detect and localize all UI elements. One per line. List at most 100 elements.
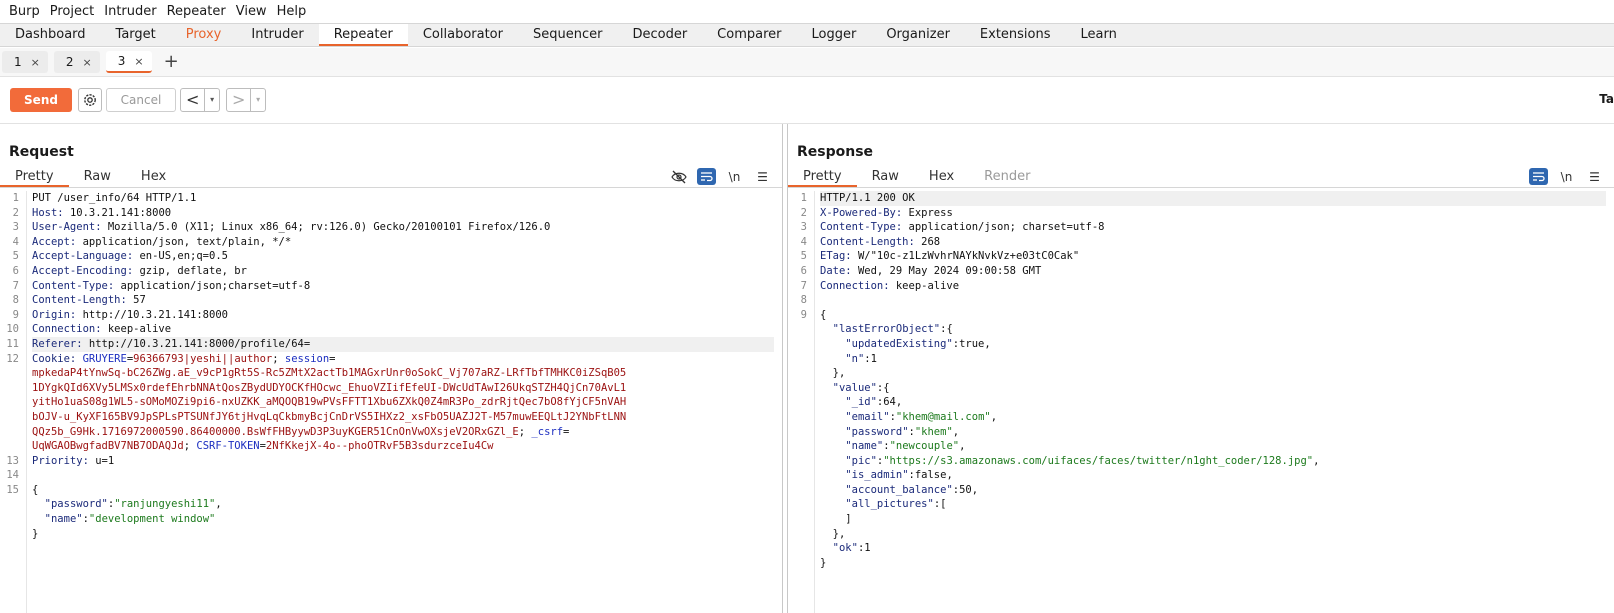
- code-line[interactable]: "lastErrorObject":{: [820, 322, 1606, 337]
- menu-icon[interactable]: ☰: [1585, 168, 1604, 185]
- menu-burp[interactable]: Burp: [4, 0, 45, 23]
- code-line[interactable]: Accept-Language: en-US,en;q=0.5: [32, 249, 774, 264]
- code-line[interactable]: Priority: u=1: [32, 454, 774, 469]
- code-line[interactable]: mpkedaP4tYnwSq-bC26ZWg.aE_v9cP1gRt5S-Rc5…: [32, 366, 774, 381]
- tab-repeater[interactable]: Repeater: [318, 24, 408, 46]
- menu-icon[interactable]: ☰: [753, 168, 772, 185]
- close-icon[interactable]: ×: [83, 56, 92, 69]
- menu-intruder[interactable]: Intruder: [99, 0, 161, 23]
- code-line[interactable]: Accept-Encoding: gzip, deflate, br: [32, 264, 774, 279]
- send-button[interactable]: Send: [10, 88, 72, 112]
- gear-icon[interactable]: [78, 88, 102, 112]
- menu-help[interactable]: Help: [272, 0, 312, 23]
- tab-dashboard[interactable]: Dashboard: [0, 24, 101, 46]
- tab-proxy[interactable]: Proxy: [171, 24, 237, 46]
- code-line[interactable]: HTTP/1.1 200 OK: [820, 191, 1606, 206]
- back-dropdown-icon[interactable]: ▾: [204, 89, 219, 111]
- menu-view[interactable]: View: [231, 0, 272, 23]
- repeater-tab-3[interactable]: 3 ×: [105, 51, 152, 73]
- code-line[interactable]: "n":1: [820, 352, 1606, 367]
- request-text[interactable]: PUT /user_info/64 HTTP/1.1 Host: 10.3.21.…: [32, 191, 774, 541]
- tab-collaborator[interactable]: Collaborator: [408, 24, 518, 46]
- code-line[interactable]: {: [820, 308, 1606, 323]
- code-line[interactable]: ETag: W/"10c-z1LzWvhrNAYkNvkVz+e03tC0Cak…: [820, 249, 1606, 264]
- tab-target[interactable]: Target: [101, 24, 171, 46]
- tab-intruder[interactable]: Intruder: [236, 24, 318, 46]
- eye-slash-icon[interactable]: [669, 168, 688, 185]
- tab-learn[interactable]: Learn: [1066, 24, 1132, 46]
- response-text[interactable]: HTTP/1.1 200 OK X-Powered-By: Express Cont…: [820, 191, 1606, 570]
- tab-comparer[interactable]: Comparer: [702, 24, 796, 46]
- code-line[interactable]: {: [32, 483, 774, 498]
- repeater-tab-1[interactable]: 1 ×: [2, 51, 48, 73]
- response-tab-pretty[interactable]: Pretty: [788, 166, 857, 187]
- response-editor[interactable]: 1 2 34 5 6 7 89 HTTP/1.1 200 OK X-Powered-By: E…: [788, 191, 1614, 613]
- wrap-icon[interactable]: [1529, 168, 1548, 185]
- code-line[interactable]: 1DYgkQId6XVy5LMSx0rdefEhrbNNAtQosZBydUDY…: [32, 381, 774, 396]
- tab-logger[interactable]: Logger: [797, 24, 872, 46]
- target-label[interactable]: Ta: [1599, 92, 1614, 106]
- response-tab-raw[interactable]: Raw: [857, 166, 914, 187]
- code-line[interactable]: "_id":64,: [820, 395, 1606, 410]
- code-line[interactable]: Host: 10.3.21.141:8000: [32, 206, 774, 221]
- code-line[interactable]: "account_balance":50,: [820, 483, 1606, 498]
- response-tab-hex[interactable]: Hex: [914, 166, 969, 187]
- tab-sequencer[interactable]: Sequencer: [518, 24, 617, 46]
- response-tab-render[interactable]: Render: [969, 166, 1045, 187]
- code-line[interactable]: "value":{: [820, 381, 1606, 396]
- code-line[interactable]: Connection: keep-alive: [820, 279, 1606, 294]
- request-tab-pretty[interactable]: Pretty: [0, 166, 69, 187]
- code-line[interactable]: "password":"khem",: [820, 425, 1606, 440]
- tab-organizer[interactable]: Organizer: [871, 24, 965, 46]
- code-line[interactable]: "updatedExisting":true,: [820, 337, 1606, 352]
- forward-dropdown-icon[interactable]: ▾: [250, 89, 265, 111]
- code-line[interactable]: },: [820, 366, 1606, 381]
- code-line[interactable]: "name":"newcouple",: [820, 439, 1606, 454]
- code-line[interactable]: [32, 468, 774, 483]
- code-line[interactable]: Referer: http://10.3.21.141:8000/profile…: [32, 336, 774, 352]
- code-line[interactable]: Content-Type: application/json;charset=u…: [32, 279, 774, 294]
- code-line[interactable]: "password":"ranjungyeshi11",: [32, 497, 774, 512]
- code-line[interactable]: [820, 293, 1606, 308]
- request-tab-raw[interactable]: Raw: [69, 166, 126, 187]
- cancel-button[interactable]: Cancel: [106, 88, 176, 112]
- tab-decoder[interactable]: Decoder: [617, 24, 702, 46]
- request-tab-hex[interactable]: Hex: [126, 166, 181, 187]
- code-line[interactable]: PUT /user_info/64 HTTP/1.1: [32, 191, 774, 206]
- code-line[interactable]: "is_admin":false,: [820, 468, 1606, 483]
- code-line[interactable]: Connection: keep-alive: [32, 322, 774, 337]
- code-line[interactable]: Date: Wed, 29 May 2024 09:00:58 GMT: [820, 264, 1606, 279]
- code-line[interactable]: X-Powered-By: Express: [820, 206, 1606, 221]
- code-line[interactable]: Accept: application/json, text/plain, */…: [32, 235, 774, 250]
- code-line[interactable]: ]: [820, 512, 1606, 527]
- code-line[interactable]: },: [820, 527, 1606, 542]
- newline-icon[interactable]: \n: [725, 168, 744, 185]
- code-line[interactable]: bOJV-u_KyXF165BV9JpSPLsPTSUNfJY6tjHvqLqC…: [32, 410, 774, 425]
- code-line[interactable]: }: [820, 556, 1606, 571]
- code-line[interactable]: Cookie: GRUYERE=96366793|yeshi||author; …: [32, 352, 774, 367]
- code-line[interactable]: "pic":"https://s3.amazonaws.com/uifaces/…: [820, 454, 1606, 469]
- menu-project[interactable]: Project: [45, 0, 99, 23]
- code-line[interactable]: Content-Length: 268: [820, 235, 1606, 250]
- close-icon[interactable]: ×: [31, 56, 40, 69]
- code-line[interactable]: "all_pictures":[: [820, 497, 1606, 512]
- request-editor[interactable]: 1 2 3 4 5 6 7 8 9 10 11 12 13 14 15 PUT /user_info/64 …: [0, 191, 782, 613]
- code-line[interactable]: User-Agent: Mozilla/5.0 (X11; Linux x86_…: [32, 220, 774, 235]
- code-line[interactable]: UqWGAOBwgfadBV7NB7ODAQJd; CSRF-TOKEN=2Nf…: [32, 439, 774, 454]
- code-line[interactable]: "email":"khem@mail.com",: [820, 410, 1606, 425]
- code-line[interactable]: "name":"development window": [32, 512, 774, 527]
- code-line[interactable]: Content-Type: application/json; charset=…: [820, 220, 1606, 235]
- repeater-tab-2[interactable]: 2 ×: [53, 51, 100, 73]
- menu-repeater[interactable]: Repeater: [162, 0, 231, 23]
- close-icon[interactable]: ×: [134, 55, 143, 68]
- code-line[interactable]: Origin: http://10.3.21.141:8000: [32, 308, 774, 323]
- forward-button[interactable]: >: [227, 89, 250, 111]
- newline-icon[interactable]: \n: [1557, 168, 1576, 185]
- add-tab-icon[interactable]: +: [158, 51, 185, 73]
- tab-extensions[interactable]: Extensions: [965, 24, 1066, 46]
- code-line[interactable]: "ok":1: [820, 541, 1606, 556]
- code-line[interactable]: yitHo1uaS08g1WL5-sOMoMOZi9pi6-nxUZKK_aMQ…: [32, 395, 774, 410]
- wrap-icon[interactable]: [697, 168, 716, 185]
- code-line[interactable]: }: [32, 527, 774, 542]
- back-button[interactable]: <: [181, 89, 204, 111]
